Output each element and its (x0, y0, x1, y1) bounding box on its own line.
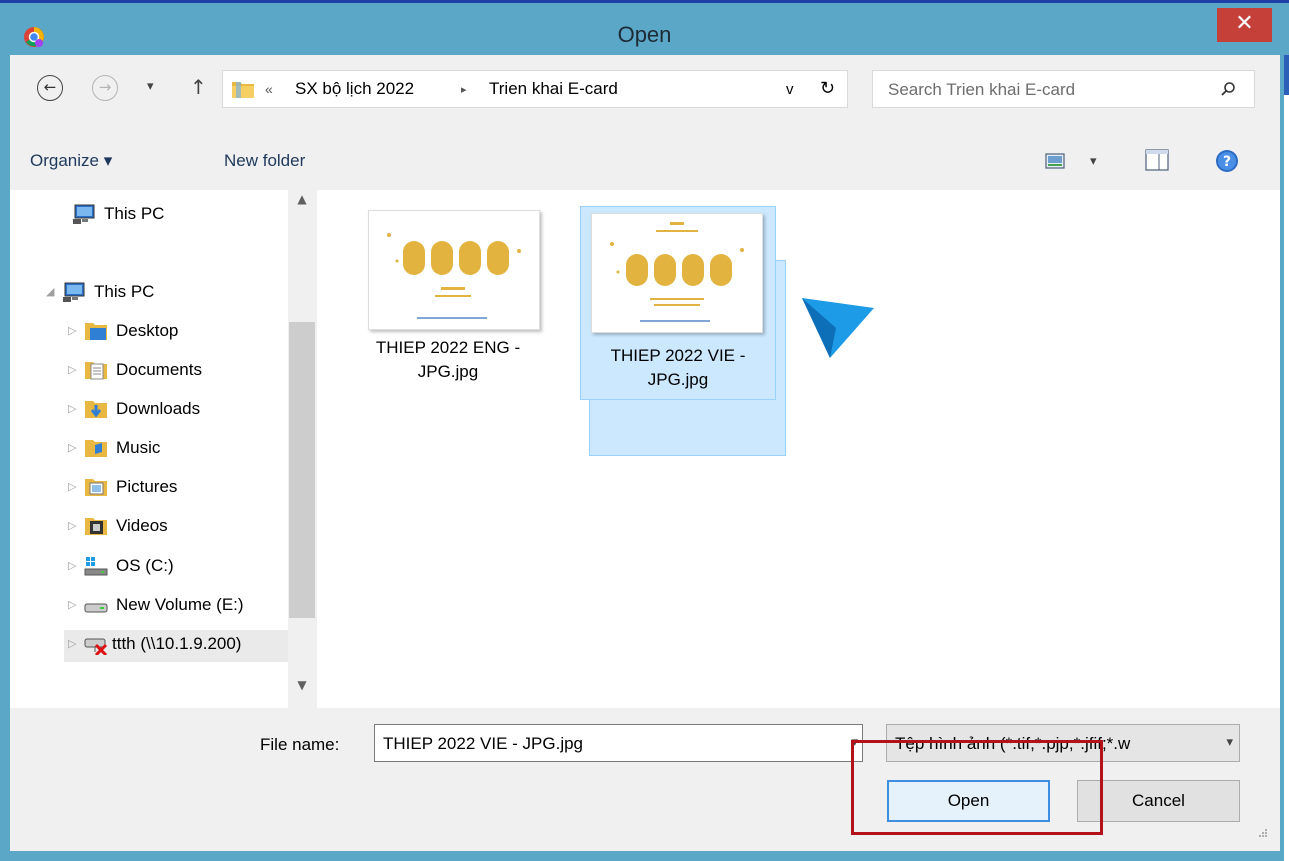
breadcrumb-separator[interactable]: ▸ (461, 83, 467, 96)
command-bar: Organize ▾ New folder ▾ ? (10, 123, 1280, 185)
back-button[interactable]: ← (37, 75, 63, 101)
file-list[interactable]: THIEP 2022 ENG - JPG.jpg (317, 190, 1280, 708)
nav-item-label: New Volume (E:) (116, 595, 244, 614)
nav-item-label: ttth (\\10.1.9.200) (112, 634, 242, 653)
expand-arrow-icon[interactable]: ▷ (68, 637, 76, 650)
drive-c-icon (84, 557, 108, 576)
help-icon[interactable]: ? (1215, 149, 1239, 173)
file-name-value: THIEP 2022 VIE - JPG.jpg (383, 734, 583, 753)
folder-icon (232, 82, 254, 98)
nav-item-os-c[interactable]: ▷ OS (C:) (68, 552, 284, 584)
documents-folder-icon (85, 362, 107, 380)
nav-item-network-drive[interactable]: ▷ ttth (\\10.1.9.200) (64, 630, 288, 662)
nav-item-label: Videos (116, 516, 168, 535)
scroll-up-icon[interactable]: ▲ (288, 192, 316, 206)
expand-arrow-icon[interactable]: ▷ (68, 441, 76, 454)
nav-item-new-volume-e[interactable]: ▷ New Volume (E:) (68, 591, 284, 623)
expand-arrow-icon[interactable]: ▷ (68, 402, 76, 415)
collapse-arrow-icon[interactable]: ◢ (46, 285, 54, 298)
expand-arrow-icon[interactable]: ▷ (68, 363, 76, 376)
nav-item-this-pc-quick[interactable]: This PC (72, 200, 282, 232)
nav-item-desktop[interactable]: ▷ Desktop (68, 317, 284, 349)
search-icon[interactable] (1220, 81, 1236, 97)
scroll-thumb[interactable] (289, 322, 315, 618)
new-folder-button[interactable]: New folder (224, 151, 305, 171)
close-icon: ✕ (1235, 11, 1254, 36)
recent-locations-dropdown[interactable]: ▾ (147, 79, 154, 94)
file-name-label: THIEP 2022 VIE - JPG.jpg (610, 346, 746, 389)
nav-item-label: This PC (104, 204, 165, 223)
address-bar[interactable]: « SX bộ lịch 2022 ▸ Trien khai E-card v … (222, 70, 848, 108)
breadcrumb-trien-khai[interactable]: Trien khai E-card (489, 79, 618, 99)
view-options-dropdown[interactable]: ▾ (1090, 154, 1097, 169)
back-arrow-icon: ← (43, 78, 57, 96)
window-top-edge (0, 0, 1289, 3)
file-item-thiep-eng[interactable]: THIEP 2022 ENG - JPG.jpg (350, 204, 546, 398)
svg-text:?: ? (1223, 154, 1231, 170)
expand-arrow-icon[interactable]: ▷ (68, 324, 76, 337)
pointer-arrow-icon (802, 298, 874, 358)
nav-item-label: Downloads (116, 399, 201, 418)
resize-grip-icon[interactable] (1258, 828, 1268, 838)
file-type-dropdown-icon[interactable]: ▾ (1226, 735, 1233, 750)
videos-folder-icon (85, 518, 107, 535)
computer-icon (63, 282, 85, 302)
drive-icon (84, 603, 108, 613)
image-thumbnail (368, 210, 540, 330)
scroll-down-icon[interactable]: ▼ (288, 678, 316, 692)
breadcrumb-overflow[interactable]: « (265, 81, 273, 97)
breadcrumb-sx-bo-lich[interactable]: SX bộ lịch 2022 (295, 79, 414, 99)
nav-scrollbar[interactable]: ▲ ▼ (288, 190, 316, 708)
nav-item-music[interactable]: ▷ Music (68, 434, 284, 466)
navigation-pane: This PC ◢ This PC ▷ Desktop ▷ Documents … (10, 190, 316, 708)
forward-button[interactable]: → (92, 75, 118, 101)
computer-icon (73, 204, 95, 224)
open-button-highlight (851, 740, 1103, 835)
image-thumbnail (591, 213, 763, 333)
disconnected-network-drive-icon (84, 638, 108, 655)
close-button[interactable]: ✕ (1217, 8, 1272, 42)
nav-item-pictures[interactable]: ▷ Pictures (68, 473, 284, 505)
desktop-folder-icon (85, 323, 107, 340)
file-name-input[interactable]: THIEP 2022 VIE - JPG.jpg ▾ (374, 724, 863, 762)
dialog-client: ← → ▾ ↑ « SX bộ lịch 2022 ▸ Trien khai E… (10, 55, 1280, 851)
pictures-folder-icon (85, 479, 107, 496)
up-button[interactable]: ↑ (190, 75, 207, 99)
change-view-icon[interactable] (1045, 153, 1065, 169)
nav-item-label: Documents (116, 360, 202, 379)
nav-item-downloads[interactable]: ▷ Downloads (68, 395, 284, 427)
expand-arrow-icon[interactable]: ▷ (68, 598, 76, 611)
nav-item-label: This PC (94, 282, 155, 301)
search-placeholder: Search Trien khai E-card (888, 80, 1076, 99)
forward-arrow-icon: → (98, 78, 112, 96)
file-name-label: File name: (260, 735, 340, 754)
refresh-icon[interactable]: ↻ (820, 78, 835, 99)
nav-item-label: Desktop (116, 321, 179, 340)
nav-item-label: Music (116, 438, 161, 457)
file-item-thiep-vie[interactable]: THIEP 2022 VIE - JPG.jpg (580, 206, 776, 400)
window-title: Open (617, 22, 672, 47)
nav-item-videos[interactable]: ▷ Videos (68, 512, 284, 544)
file-name-label: THIEP 2022 ENG - JPG.jpg (375, 338, 521, 381)
nav-item-label: Pictures (116, 477, 178, 496)
nav-item-label: OS (C:) (116, 556, 174, 575)
background-window-strip (1284, 55, 1289, 861)
music-folder-icon (85, 440, 107, 457)
address-dropdown[interactable]: v (786, 81, 794, 98)
expand-arrow-icon[interactable]: ▷ (68, 480, 76, 493)
downloads-folder-icon (85, 401, 107, 418)
expand-arrow-icon[interactable]: ▷ (68, 519, 76, 532)
search-box[interactable]: Search Trien khai E-card (872, 70, 1255, 108)
organize-menu[interactable]: Organize ▾ (30, 151, 112, 171)
nav-item-documents[interactable]: ▷ Documents (68, 356, 284, 388)
nav-item-this-pc[interactable]: ◢ This PC (46, 278, 282, 310)
expand-arrow-icon[interactable]: ▷ (68, 559, 76, 572)
preview-pane-icon[interactable] (1145, 149, 1169, 171)
